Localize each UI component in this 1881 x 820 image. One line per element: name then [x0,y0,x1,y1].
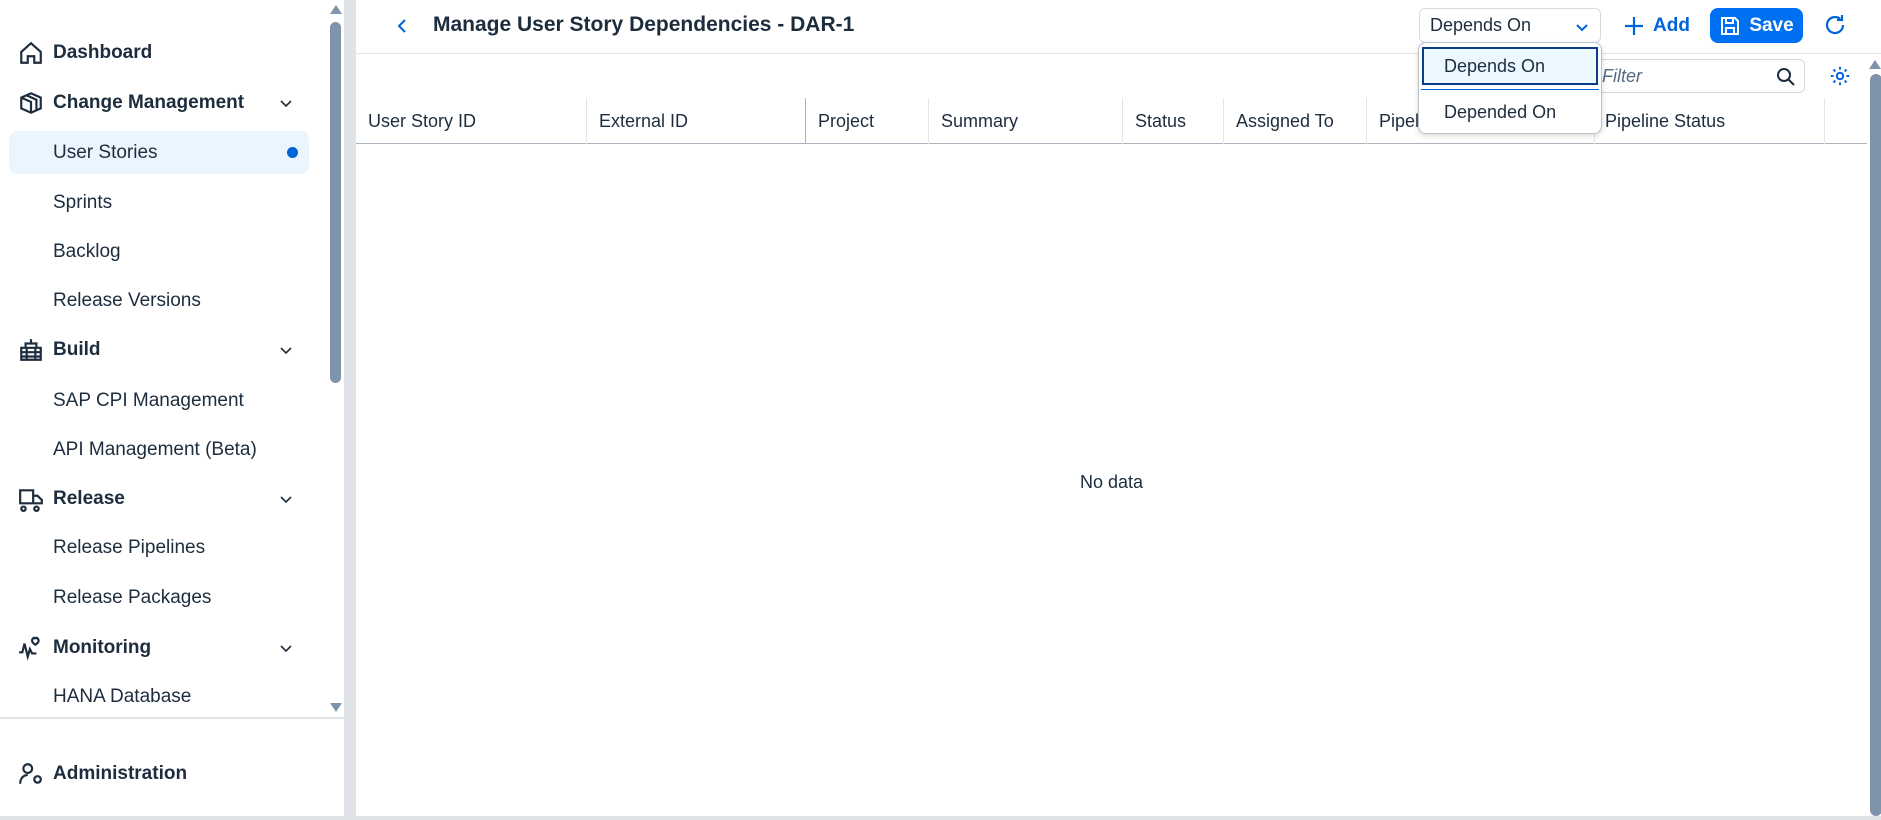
column-summary[interactable]: Summary [929,98,1123,144]
empty-table-message: No data [1079,472,1144,492]
scroll-down-icon[interactable] [330,703,342,712]
main-scrollbar[interactable] [1867,60,1881,816]
search-placeholder: Filter [1602,65,1642,86]
panel-gutter [344,0,355,820]
sidebar-item-release-versions[interactable]: Release Versions [0,279,320,323]
table-header: User Story ID External ID Project Summar… [356,98,1867,144]
sidebar-item-hana-database[interactable]: HANA Database [0,675,320,719]
sidebar-item-build[interactable]: Build [0,328,320,372]
plus-icon [1625,17,1643,35]
sidebar: Dashboard Change Management User Stories… [0,0,344,820]
package-icon [20,92,42,114]
sidebar-item-administration[interactable]: Administration [0,752,320,796]
sidebar-item-release-packages[interactable]: Release Packages [0,576,320,620]
select-value: Depends On [1430,15,1532,35]
sidebar-item-label: Backlog [53,241,121,262]
chevron-down-icon[interactable] [276,340,296,360]
page-title: Manage User Story Dependencies - DAR-1 [433,13,855,36]
column-user-story-id[interactable]: User Story ID [356,98,587,144]
save-label: Save [1749,14,1794,36]
sidebar-item-release[interactable]: Release [0,477,320,521]
sidebar-divider [0,717,344,719]
sidebar-item-label: SAP CPI Management [53,390,244,411]
column-status[interactable]: Status [1123,98,1224,144]
option-depends-on[interactable]: Depends On [1422,47,1598,85]
main-panel: Manage User Story Dependencies - DAR-1 D… [355,0,1881,816]
column-assigned-to[interactable]: Assigned To [1224,98,1367,144]
scroll-up-icon[interactable] [1869,60,1881,69]
sidebar-item-user-stories[interactable]: User Stories [9,131,309,174]
scrollbar-thumb[interactable] [1870,74,1881,816]
column-pipeline-status[interactable]: Pipeline Status [1595,98,1825,144]
sidebar-item-label: User Stories [53,141,158,163]
save-button[interactable]: Save [1710,8,1803,43]
option-depended-on[interactable]: Depended On [1422,93,1598,131]
sidebar-item-label: Sprints [53,192,113,213]
sidebar-item-label: API Management (Beta) [53,439,257,460]
bottom-border [0,816,1881,820]
gear-icon[interactable] [1829,65,1851,87]
active-indicator [287,147,298,158]
column-external-id[interactable]: External ID [587,98,806,144]
home-icon [20,41,42,64]
chevron-down-icon[interactable] [276,638,296,658]
sidebar-item-label: Build [53,339,101,360]
chevron-down-icon [1576,24,1588,32]
sidebar-item-sprints[interactable]: Sprints [0,181,320,225]
user-settings-icon [19,763,42,784]
heart-pulse-icon [19,636,40,661]
sidebar-item-label: Release Pipelines [53,537,206,558]
chevron-down-icon[interactable] [276,93,296,113]
add-label: Add [1653,15,1690,36]
back-icon[interactable] [392,16,412,36]
dependency-type-dropdown: Depends On Depended On [1418,42,1602,134]
scroll-up-icon[interactable] [330,5,342,14]
scrollbar-thumb[interactable] [330,22,341,383]
sidebar-item-label: HANA Database [53,686,192,707]
sidebar-scrollbar[interactable] [328,0,344,716]
column-project[interactable]: Project [806,98,929,144]
sidebar-item-dashboard[interactable]: Dashboard [0,31,320,75]
add-button[interactable]: Add [1623,10,1690,42]
save-icon [1721,16,1740,35]
sidebar-item-label: Release Versions [53,290,201,311]
building-icon [20,339,42,361]
truck-icon [19,489,43,512]
chevron-down-icon[interactable] [276,489,296,509]
sidebar-item-sap-cpi[interactable]: SAP CPI Management [0,379,320,423]
sidebar-item-label: Change Management [53,92,245,113]
dependency-type-select[interactable]: Depends On [1419,8,1601,43]
sidebar-item-monitoring[interactable]: Monitoring [0,626,320,670]
sidebar-item-label: Administration [53,763,188,784]
sidebar-item-label: Monitoring [53,637,152,658]
sidebar-item-label: Release Packages [53,587,212,608]
option-separator [1421,89,1599,90]
sidebar-item-change-management[interactable]: Change Management [0,81,320,125]
sidebar-item-label: Release [53,488,125,509]
search-icon[interactable] [1776,67,1796,87]
sidebar-item-api-management[interactable]: API Management (Beta) [0,428,320,472]
sidebar-item-label: Dashboard [53,42,153,63]
sidebar-item-release-pipelines[interactable]: Release Pipelines [0,526,320,570]
refresh-icon[interactable] [1823,13,1847,37]
sidebar-item-backlog[interactable]: Backlog [0,230,320,274]
search-input[interactable]: Filter [1591,59,1805,93]
header-divider [356,53,1881,54]
